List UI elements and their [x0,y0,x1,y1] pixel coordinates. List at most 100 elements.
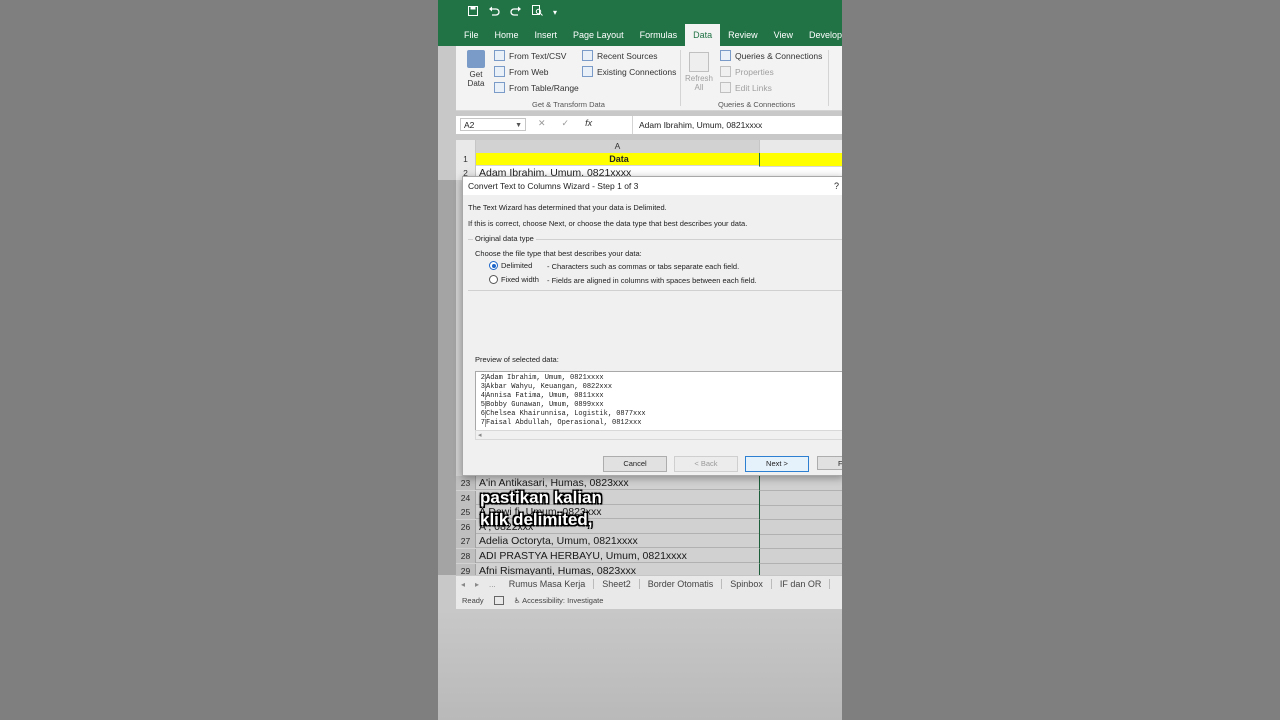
cancel-edit-icon[interactable]: ✕ [538,118,546,129]
preview-line-number: 3 [476,383,486,391]
preview-line-number: 6 [476,410,486,418]
cell-b[interactable] [759,505,842,521]
properties-button[interactable]: Properties [720,66,774,77]
edit-links-label: Edit Links [735,82,772,93]
confirm-edit-icon[interactable]: ✓ [562,118,570,129]
cancel-button[interactable]: Cancel [603,456,667,472]
edit-links-button[interactable]: Edit Links [720,82,772,93]
fixed-width-description: - Fields are aligned in columns with spa… [547,276,757,285]
scroll-left-icon[interactable]: ◂ [478,432,482,439]
from-text-csv-label: From Text/CSV [509,50,567,61]
redo-icon[interactable] [510,6,522,19]
text-to-columns-dialog: Convert Text to Columns Wizard - Step 1 … [462,176,842,476]
preview-line-number: 2 [476,374,486,382]
row-header[interactable]: 1 [456,153,476,166]
column-header-a[interactable]: A [475,140,760,153]
row-header[interactable]: 24 [456,490,476,505]
cell-b[interactable] [759,476,842,491]
insert-function-icon[interactable]: fx [585,118,592,129]
undo-icon[interactable] [488,6,500,19]
sheet-tab-bar: ◂ ▸ ... Rumus Masa Kerja Sheet2 Border Oto… [456,575,842,592]
cell-b[interactable] [759,519,842,535]
header-cell-data[interactable]: Data [476,153,759,166]
quick-access-toolbar: ▾ [468,0,557,24]
tab-insert[interactable]: Insert [527,24,566,46]
cell-b[interactable] [759,549,842,564]
from-table-range-button[interactable]: From Table/Range [494,82,579,93]
radio-delimited[interactable]: Delimited [489,261,532,270]
cell-a[interactable]: ADI PRASTYA HERBAYU, Umum, 0821xxxx [476,549,759,563]
sheet-tab[interactable]: Rumus Masa Kerja [501,579,595,589]
sheet-nav-next-icon[interactable]: ▸ [470,580,484,589]
existing-connections-button[interactable]: Existing Connections [582,66,676,77]
preview-horizontal-scrollbar[interactable]: ◂ [475,430,842,440]
tab-file[interactable]: File [456,24,487,46]
name-box[interactable]: A2 ▼ [460,118,526,131]
preview-line-number: 7 [476,419,486,427]
row-header[interactable]: 27 [456,534,476,549]
from-table-range-label: From Table/Range [509,82,579,93]
existing-connections-label: Existing Connections [597,66,677,77]
queries-connections-button[interactable]: Queries & Connections [720,50,822,61]
next-button[interactable]: Next > [745,456,809,472]
help-icon[interactable]: ? [834,177,839,195]
cell-b[interactable] [759,490,842,506]
row-header[interactable]: 25 [456,505,476,520]
accessibility-label: Accessibility: Investigate [522,595,604,605]
tab-home[interactable]: Home [487,24,527,46]
tab-data[interactable]: Data [685,24,721,46]
ribbon-tabs: File Home Insert Page Layout Formulas Data Rev… [456,24,842,46]
row-header[interactable]: 26 [456,519,476,534]
sheet-tab[interactable]: Sheet2 [594,579,640,589]
group-separator [680,50,681,106]
row-header[interactable]: 28 [456,549,476,563]
radio-fixed-width[interactable]: Fixed width [489,275,539,284]
cell-a[interactable]: Adelia Octoryta, Umum, 0821xxxx [476,534,759,549]
recent-sources-button[interactable]: Recent Sources [582,50,657,61]
properties-label: Properties [735,66,774,77]
save-icon[interactable] [468,5,478,19]
accessibility-status[interactable]: ♿ Accessibility: Investigate [514,596,604,605]
customize-qat-icon[interactable]: ▾ [553,8,557,17]
recent-sources-icon [582,50,593,61]
ribbon-data: Get Data From Text/CSV From Web From Tab… [456,46,842,111]
print-preview-icon[interactable] [532,5,543,19]
radio-selected-icon[interactable] [489,261,498,270]
radio-unselected-icon[interactable] [489,275,498,284]
cell-b[interactable] [759,534,842,550]
wizard-message: The Text Wizard has determined that your… [468,203,667,212]
formula-bar: A2 ▼ ✕ ✓ fx Adam Ibrahim, Umum, 0821xxxx [456,116,842,134]
back-button[interactable]: < Back [674,456,738,472]
sheet-tab[interactable]: Spinbox [722,579,772,589]
tab-developer[interactable]: Developer [801,24,842,46]
from-web-button[interactable]: From Web [494,66,549,77]
tab-page-layout[interactable]: Page Layout [565,24,632,46]
from-web-label: From Web [509,66,549,77]
sheet-nav-prev-icon[interactable]: ◂ [456,580,470,589]
tab-review[interactable]: Review [720,24,766,46]
from-text-csv-button[interactable]: From Text/CSV [494,50,566,61]
status-ready: Ready [462,595,484,605]
group-separator [828,50,829,106]
radio-fixed-width-label[interactable]: Fixed width [501,275,539,284]
tab-formulas[interactable]: Formulas [632,24,686,46]
header-cell-b[interactable] [759,153,842,167]
edit-links-icon [720,82,731,93]
data-preview[interactable]: 2 Adam Ibrahim, Umum, 0821xxxx 3 Akbar Wahy… [475,371,842,431]
sheet-more-button[interactable]: ... [484,580,501,589]
row-header[interactable]: 23 [456,476,476,490]
get-data-button[interactable]: Get Data [462,50,490,88]
formula-input[interactable]: Adam Ibrahim, Umum, 0821xxxx [632,116,839,134]
formula-bar-buttons: ✕ ✓ fx [538,118,592,129]
chevron-down-icon[interactable]: ▼ [515,119,522,132]
sheet-tab[interactable]: Border Otomatis [640,579,723,589]
sheet-tab[interactable]: IF dan OR [772,579,831,589]
sheet-tab-list: Rumus Masa Kerja Sheet2 Border Otomatis Spi… [501,579,831,589]
connections-icon [582,66,593,77]
tab-view[interactable]: View [766,24,801,46]
database-icon [467,50,485,68]
radio-delimited-label[interactable]: Delimited [501,261,532,270]
refresh-all-button[interactable]: Refresh All [684,52,714,92]
accessibility-icon: ♿ [513,595,521,605]
finish-button[interactable]: F [817,456,842,470]
